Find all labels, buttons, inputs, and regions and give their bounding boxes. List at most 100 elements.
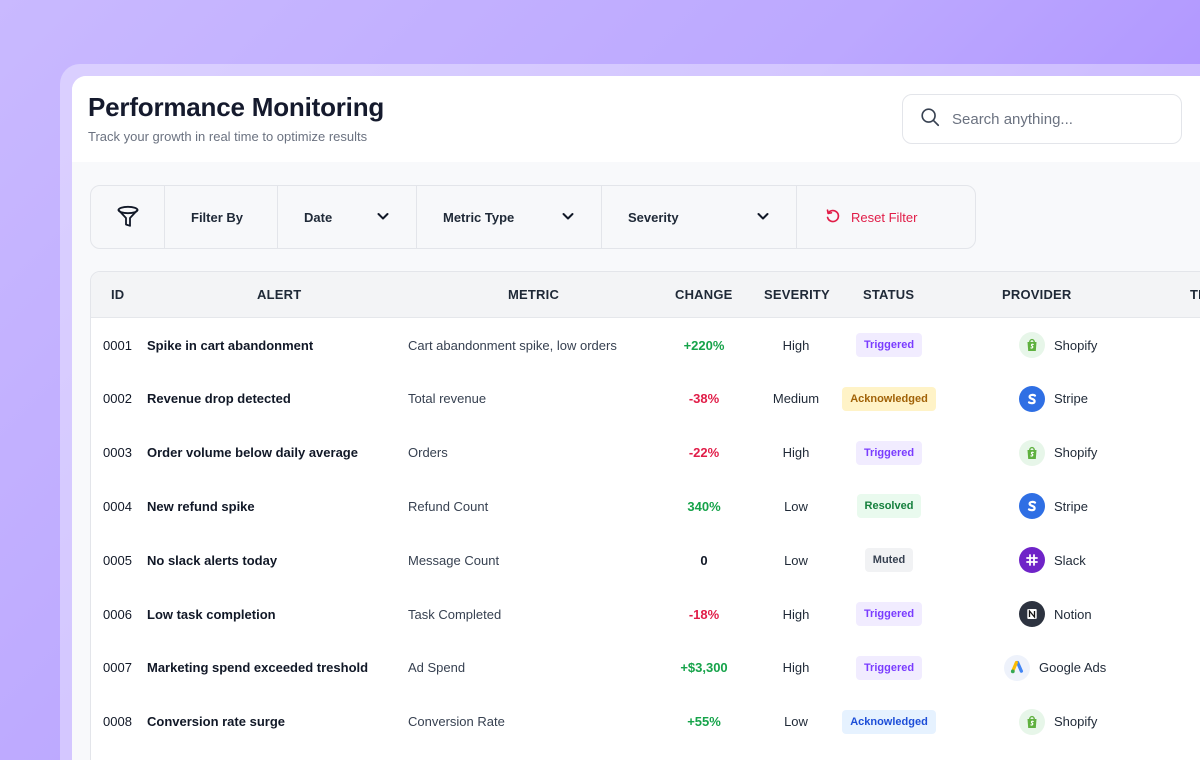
reset-filter-label: Reset Filter	[851, 209, 918, 225]
status-badge: Resolved	[856, 494, 922, 519]
metric-name: Task Completed	[408, 606, 502, 622]
slack-icon	[1019, 547, 1045, 574]
alert-id: 0001	[103, 337, 132, 353]
metric-name: Conversion Rate	[408, 714, 505, 730]
alert-title[interactable]: No slack alerts today	[147, 533, 277, 587]
column-header-truncated[interactable]: TI	[1190, 287, 1200, 302]
change-value: +55%	[687, 714, 721, 730]
severity-value: Medium	[772, 391, 820, 407]
provider-cell: Shopify	[1019, 695, 1097, 749]
provider-cell: Shopify	[1019, 426, 1097, 480]
reset-icon	[825, 208, 841, 227]
shopify-icon	[1019, 332, 1045, 358]
severity-value: High	[782, 337, 810, 353]
date-filter-label: Date	[304, 209, 333, 225]
provider-cell: Stripe	[1019, 479, 1088, 533]
search-input[interactable]	[952, 110, 1162, 128]
metric-type-filter-dropdown[interactable]: Metric Type	[417, 186, 602, 248]
search-box[interactable]	[902, 94, 1182, 144]
severity-filter-dropdown[interactable]: Severity	[602, 186, 797, 248]
change-value: 340%	[687, 498, 721, 514]
status-cell: Muted	[839, 533, 939, 587]
stripe-icon	[1019, 385, 1045, 412]
severity-value: High	[782, 445, 810, 461]
alert-id: 0006	[103, 606, 132, 622]
status-badge: Triggered	[855, 602, 923, 626]
change-value: 0	[700, 552, 708, 568]
severity-value: Low	[784, 552, 808, 568]
column-header-provider[interactable]: PROVIDER	[1002, 287, 1072, 302]
provider-cell: Notion	[1019, 587, 1092, 641]
change-value: -18%	[688, 606, 720, 622]
table-row[interactable]: 0004 New refund spike Refund Count 340% Low R…	[91, 479, 1200, 533]
column-header-status[interactable]: STATUS	[863, 287, 914, 302]
table-row[interactable]: 0008 Conversion rate surge Conversion Rate…	[91, 695, 1200, 749]
status-badge: Triggered	[855, 655, 923, 680]
table-row[interactable]: 0002 Revenue drop detected Total revenue -3…	[91, 372, 1200, 426]
shopify-icon	[1019, 439, 1045, 466]
severity-value: High	[782, 606, 810, 622]
severity-value: Low	[784, 498, 808, 514]
alert-title[interactable]: Low task completion	[147, 587, 276, 641]
alerts-table: ID ALERT METRIC CHANGE SEVERITY STATUS P…	[90, 271, 1200, 760]
stripe-icon	[1019, 493, 1045, 520]
status-badge: Acknowledged	[842, 709, 936, 734]
status-badge: Acknowledged	[842, 386, 936, 411]
column-header-metric[interactable]: METRIC	[508, 287, 559, 302]
filter-bar: Filter By Date Metric Type Severity Rese…	[90, 185, 976, 249]
status-cell: Triggered	[839, 426, 939, 480]
date-filter-dropdown[interactable]: Date	[278, 186, 417, 248]
column-header-alert[interactable]: ALERT	[257, 287, 301, 302]
shopify-icon	[1019, 708, 1045, 735]
dashboard-panel: Performance Monitoring Track your growth…	[72, 76, 1200, 760]
filter-by-label: Filter By	[165, 186, 278, 248]
page-header: Performance Monitoring Track your growth…	[72, 76, 1200, 162]
page-title: Performance Monitoring	[88, 92, 385, 122]
table-row[interactable]: 0001 Spike in cart abandonment Cart abando…	[91, 318, 1200, 372]
alert-title[interactable]: Marketing spend exceeded treshold	[147, 641, 368, 695]
table-row[interactable]: 0006 Low task completion Task Completed -18…	[91, 587, 1200, 641]
status-badge: Muted	[864, 548, 914, 573]
change-value: -38%	[688, 391, 720, 407]
alert-title[interactable]: New refund spike	[147, 479, 255, 533]
alert-id: 0004	[103, 498, 132, 514]
metric-type-filter-label: Metric Type	[443, 209, 515, 225]
change-value: +220%	[683, 337, 725, 353]
severity-value: High	[782, 660, 810, 676]
provider-name: Shopify	[1054, 714, 1098, 730]
change-value: +$3,300	[680, 660, 728, 676]
alert-id: 0002	[103, 391, 132, 407]
notion-icon	[1019, 601, 1045, 627]
status-cell: Resolved	[839, 479, 939, 533]
provider-cell: Google Ads	[1004, 641, 1106, 695]
alert-title[interactable]: Order volume below daily average	[147, 426, 358, 480]
google-ads-icon	[1004, 654, 1030, 681]
table-row[interactable]: 0007 Marketing spend exceeded treshold Ad …	[91, 641, 1200, 695]
reset-filter-button[interactable]: Reset Filter	[797, 186, 975, 248]
status-cell: Acknowledged	[839, 695, 939, 749]
provider-name: Notion	[1054, 606, 1092, 622]
provider-name: Shopify	[1054, 445, 1098, 461]
alert-id: 0007	[103, 660, 132, 676]
column-header-id[interactable]: ID	[111, 287, 124, 302]
alert-id: 0005	[103, 552, 132, 568]
status-cell: Triggered	[839, 641, 939, 695]
status-cell: Acknowledged	[839, 372, 939, 426]
filter-icon-cell[interactable]	[91, 186, 165, 248]
table-row[interactable]: 0003 Order volume below daily average Orde…	[91, 426, 1200, 480]
table-header: ID ALERT METRIC CHANGE SEVERITY STATUS P…	[91, 272, 1200, 318]
column-header-change[interactable]: CHANGE	[675, 287, 733, 302]
provider-name: Stripe	[1054, 498, 1088, 514]
metric-name: Refund Count	[408, 498, 489, 514]
alert-title[interactable]: Spike in cart abandonment	[147, 318, 313, 372]
table-row[interactable]: 0005 No slack alerts today Message Count 0 L…	[91, 533, 1200, 587]
metric-name: Message Count	[408, 552, 500, 568]
page-subtitle: Track your growth in real time to optimi…	[88, 129, 368, 144]
alert-title[interactable]: Revenue drop detected	[147, 372, 291, 426]
chevron-down-icon	[376, 209, 390, 226]
column-header-severity[interactable]: SEVERITY	[764, 287, 830, 302]
metric-name: Cart abandonment spike, low orders	[408, 337, 617, 353]
status-badge: Triggered	[855, 440, 923, 465]
metric-name: Total revenue	[408, 391, 487, 407]
alert-title[interactable]: Conversion rate surge	[147, 695, 285, 749]
